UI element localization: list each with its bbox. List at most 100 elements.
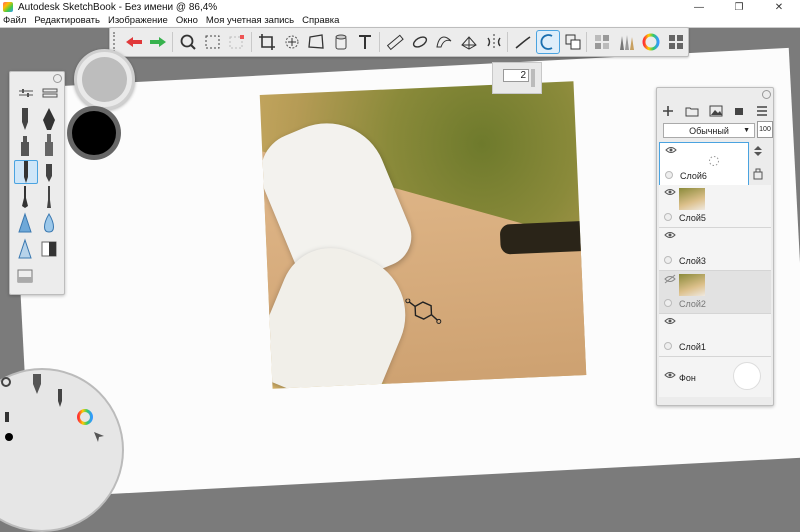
menu-file[interactable]: Файл [0, 15, 31, 26]
brush-set-icon[interactable] [42, 88, 58, 98]
crop-icon[interactable] [255, 30, 279, 54]
close-icon[interactable] [762, 90, 771, 99]
layer-name: Слой5 [679, 213, 706, 223]
paintbrush-icon[interactable] [14, 186, 36, 208]
eye-hidden-icon[interactable] [664, 274, 676, 284]
layer-thumbnail [679, 188, 705, 210]
redo-icon[interactable] [147, 30, 171, 54]
add-group-icon[interactable] [685, 105, 699, 117]
select-icon[interactable] [201, 30, 225, 54]
smudge-icon[interactable] [14, 238, 36, 260]
maximize-button[interactable]: ❐ [719, 0, 759, 14]
technical-pen-icon[interactable] [38, 160, 60, 182]
layer-name: Слой1 [679, 342, 706, 352]
lagoon-color-wheel-icon[interactable] [76, 408, 94, 426]
lagoon-settings-icon[interactable] [0, 376, 12, 388]
brush-library-icon[interactable] [590, 30, 614, 54]
ballpoint-pen-icon[interactable] [14, 160, 38, 184]
toolbar-separator [507, 32, 509, 52]
symmetry-icon[interactable] [482, 30, 506, 54]
predictive-stroke-icon[interactable] [536, 30, 560, 54]
fine-brush-icon[interactable] [38, 186, 60, 208]
lagoon-brush-size-icon[interactable] [2, 412, 12, 426]
water-brush-icon[interactable] [38, 212, 60, 234]
airbrush-icon[interactable] [14, 212, 36, 234]
menu-help[interactable]: Справка [299, 15, 344, 26]
lagoon-pen-icon[interactable] [54, 389, 66, 407]
menu-edit[interactable]: Редактировать [31, 15, 105, 26]
blend-mode-select[interactable]: Обычный ▼ [663, 123, 755, 138]
adjust-icon[interactable] [18, 88, 34, 98]
eye-icon[interactable] [664, 317, 676, 325]
layer-row[interactable]: Слой2 [659, 271, 771, 314]
ellipse-guide-icon[interactable] [408, 30, 432, 54]
layers-toolbar [657, 100, 773, 122]
brush-size-value[interactable]: 2 [503, 69, 529, 82]
eye-icon[interactable] [664, 188, 676, 196]
ruler-icon[interactable] [383, 30, 407, 54]
layer-radio[interactable] [665, 171, 673, 179]
layer-opacity[interactable]: 100 [757, 121, 773, 138]
marker-icon[interactable] [14, 134, 36, 156]
layer-row-background[interactable]: Фон [659, 357, 771, 397]
felt-pen-icon[interactable] [38, 134, 60, 156]
fill-icon[interactable] [329, 30, 353, 54]
layer-radio[interactable] [664, 342, 672, 350]
brush-size-slider[interactable] [531, 69, 535, 87]
secondary-color-puck[interactable] [67, 106, 121, 160]
layer-menu-icon[interactable] [756, 105, 768, 117]
toolbar-separator [586, 32, 588, 52]
distort-icon[interactable] [304, 30, 328, 54]
text-icon[interactable] [354, 30, 378, 54]
layer-row[interactable]: Слой5 [659, 185, 771, 228]
menu-image[interactable]: Изображение [105, 15, 173, 26]
merge-layer-icon[interactable] [733, 105, 745, 117]
menu-window[interactable]: Окно [173, 15, 203, 26]
close-icon[interactable] [53, 74, 62, 83]
lagoon-brush-icon[interactable] [30, 374, 44, 394]
hard-eraser-icon[interactable] [38, 238, 60, 260]
lagoon-pointer-icon[interactable] [92, 430, 106, 444]
main-toolbar [109, 27, 689, 57]
layer-name: Слой2 [679, 299, 706, 309]
add-layer-icon[interactable] [662, 105, 674, 117]
french-curve-icon[interactable] [433, 30, 457, 54]
layer-row[interactable]: Слой1 [659, 314, 771, 357]
layer-row[interactable]: Слой3 [659, 228, 771, 271]
layer-row[interactable]: Слой6 [659, 142, 749, 186]
select-alt-icon[interactable] [225, 30, 249, 54]
minimize-button[interactable]: — [679, 0, 719, 14]
menu-account[interactable]: Моя учетная запись [203, 15, 299, 26]
copy-paste-icon[interactable] [561, 30, 585, 54]
window-title: Autodesk SketchBook - Без имени @ 86,4% [18, 1, 218, 13]
layer-radio[interactable] [664, 213, 672, 221]
eye-icon[interactable] [664, 231, 676, 239]
eye-icon[interactable] [665, 146, 677, 154]
soft-eraser-icon[interactable] [14, 264, 36, 286]
layers-icon[interactable] [664, 30, 688, 54]
primary-color-puck[interactable] [74, 49, 135, 110]
toolbar-grip[interactable] [113, 32, 121, 52]
perspective-icon[interactable] [457, 30, 481, 54]
stroke-icon[interactable] [511, 30, 535, 54]
lock-icon[interactable] [752, 166, 764, 180]
move-layer-icon[interactable] [752, 145, 764, 157]
layer-radio[interactable] [664, 256, 672, 264]
background-color-swatch[interactable] [733, 362, 761, 390]
eye-icon[interactable] [664, 371, 676, 379]
lagoon-color-dot-icon[interactable] [4, 432, 14, 442]
layer-radio[interactable] [664, 299, 672, 307]
color-wheel-icon[interactable] [640, 30, 664, 54]
toolbar-separator [251, 32, 253, 52]
pencil-icon[interactable] [14, 108, 36, 130]
close-button[interactable]: ✕ [759, 0, 799, 14]
canvas-photo[interactable] [259, 81, 587, 389]
inking-pen-icon[interactable] [38, 108, 60, 130]
zoom-icon[interactable] [176, 30, 200, 54]
brush-size-widget[interactable]: 2 [492, 62, 542, 94]
transform-icon[interactable] [280, 30, 304, 54]
layer-side-controls [752, 145, 768, 185]
add-image-icon[interactable] [709, 105, 723, 117]
brushes-icon[interactable] [615, 30, 639, 54]
undo-icon[interactable] [122, 30, 146, 54]
